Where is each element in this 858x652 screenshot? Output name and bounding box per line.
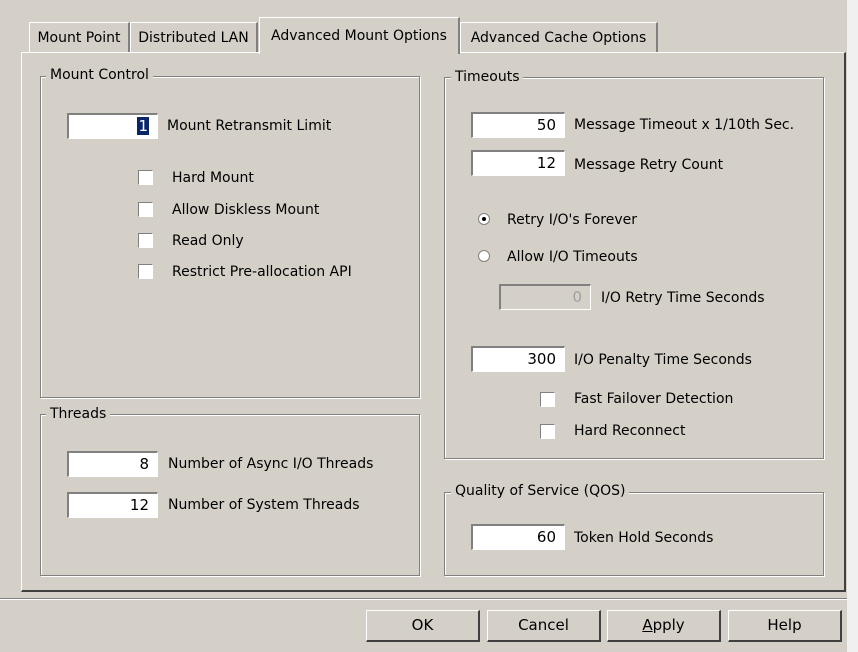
async-io-threads-label: Number of Async I/O Threads [168,456,374,472]
bottom-divider [0,598,847,600]
retry-forever-label: Retry I/O's Forever [507,212,637,228]
apply-label-rest: pply [652,616,685,634]
window-edge [847,0,858,652]
allow-io-timeouts-label: Allow I/O Timeouts [507,249,638,265]
tab-distributed-lan[interactable]: Distributed LAN [130,22,258,53]
retransmit-value: 1 [137,117,149,135]
retry-forever-radio[interactable] [478,213,490,225]
ok-button[interactable]: OK [366,610,480,642]
cancel-button[interactable]: Cancel [487,610,601,642]
message-retry-count-label: Message Retry Count [574,157,724,173]
message-timeout-field[interactable]: 50 [471,112,565,138]
hard-reconnect-checkbox[interactable] [540,424,555,439]
io-penalty-time-label: I/O Penalty Time Seconds [574,352,752,368]
fast-failover-checkbox[interactable] [540,392,555,407]
threads-title: Threads [46,406,111,422]
msg-timeout-value: 50 [536,116,556,134]
read-only-label: Read Only [172,233,244,249]
io-penalty-value: 300 [527,350,556,368]
qos-title: Quality of Service (QOS) [451,483,630,499]
io-penalty-time-field[interactable]: 300 [471,346,565,372]
ok-label: OK [411,616,434,634]
msg-retry-value: 12 [536,154,556,172]
mount-control-title: Mount Control [46,67,153,83]
system-value: 12 [129,496,149,514]
async-io-threads-field[interactable]: 8 [67,451,158,477]
token-value: 60 [536,528,556,546]
restrict-preallocation-checkbox[interactable] [138,264,153,279]
hard-reconnect-label: Hard Reconnect [574,423,686,439]
tab-advanced-mount-options[interactable]: Advanced Mount Options [259,17,460,54]
cancel-label: Cancel [518,616,569,634]
async-value: 8 [139,455,149,473]
hard-mount-checkbox[interactable] [138,170,153,185]
system-threads-field[interactable]: 12 [67,492,158,518]
tab-label: Advanced Mount Options [271,28,447,44]
token-hold-seconds-field[interactable]: 60 [471,524,565,550]
tab-mount-point[interactable]: Mount Point [29,22,130,53]
mount-retransmit-limit-label: Mount Retransmit Limit [167,118,332,134]
read-only-checkbox[interactable] [138,233,153,248]
tab-label: Distributed LAN [138,30,249,46]
tab-label: Advanced Cache Options [470,30,647,46]
io-retry-time-field[interactable]: 0 [499,284,591,310]
allow-diskless-mount-checkbox[interactable] [138,202,153,217]
message-timeout-label: Message Timeout x 1/10th Sec. [574,117,795,133]
fast-failover-label: Fast Failover Detection [574,391,734,407]
system-threads-label: Number of System Threads [168,497,360,513]
help-button[interactable]: Help [728,610,842,642]
message-retry-count-field[interactable]: 12 [471,150,565,176]
tab-advanced-cache-options[interactable]: Advanced Cache Options [460,22,658,53]
apply-mnemonic: A [642,616,653,634]
timeouts-title: Timeouts [451,69,524,85]
token-hold-seconds-label: Token Hold Seconds [574,530,714,546]
io-retry-value: 0 [572,288,582,306]
hard-mount-label: Hard Mount [172,170,254,186]
allow-io-timeouts-radio[interactable] [478,250,490,262]
apply-button[interactable]: Apply [607,610,721,642]
allow-diskless-mount-label: Allow Diskless Mount [172,202,320,218]
tab-label: Mount Point [37,30,121,46]
io-retry-time-label: I/O Retry Time Seconds [601,290,765,306]
restrict-preallocation-label: Restrict Pre-allocation API [172,264,352,280]
mount-retransmit-limit-field[interactable]: 1 [67,113,158,139]
help-label: Help [767,616,802,634]
